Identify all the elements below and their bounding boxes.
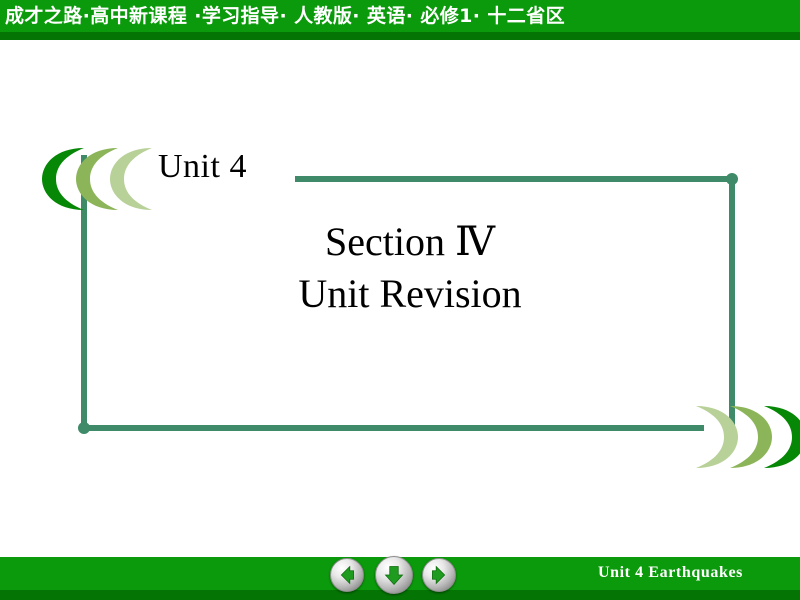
crescent-logo-bottom-right <box>690 404 800 470</box>
slide-title: Section Ⅳ Unit Revision <box>200 216 620 320</box>
header-band-shadow <box>0 32 800 40</box>
crescent-logo-top-left <box>38 146 158 212</box>
navigation-controls <box>330 556 460 596</box>
arrow-right-icon <box>432 565 446 585</box>
slide-canvas: Unit 4 Section Ⅳ Unit Revision <box>0 40 800 557</box>
previous-slide-button[interactable] <box>330 558 364 592</box>
next-slide-button[interactable] <box>422 558 456 592</box>
frame-line-bottom <box>81 425 704 431</box>
crescent-logo-icon <box>696 406 800 468</box>
unit-label: Unit 4 <box>158 148 247 185</box>
crescent-shape-light <box>110 148 152 210</box>
frame-line-top <box>295 176 735 182</box>
next-animation-button[interactable] <box>375 556 413 594</box>
header-bar: 成才之路·高中新课程 ·学习指导· 人教版· 英语· 必修1· 十二省区 <box>0 0 800 40</box>
slide-title-line-2: Unit Revision <box>298 271 522 316</box>
footer-unit-label: Unit 4 Earthquakes <box>597 564 743 581</box>
arrow-left-icon <box>340 565 354 585</box>
frame-dot-top-right <box>726 173 738 185</box>
crescent-logo-icon <box>42 148 152 210</box>
frame-line-right <box>729 176 735 431</box>
frame-dot-bottom-left <box>78 422 90 434</box>
header-title: 成才之路·高中新课程 ·学习指导· 人教版· 英语· 必修1· 十二省区 <box>5 5 566 27</box>
crescent-shape-light <box>696 406 738 468</box>
arrow-down-icon <box>384 566 404 586</box>
slide-title-line-1: Section Ⅳ <box>325 219 495 264</box>
